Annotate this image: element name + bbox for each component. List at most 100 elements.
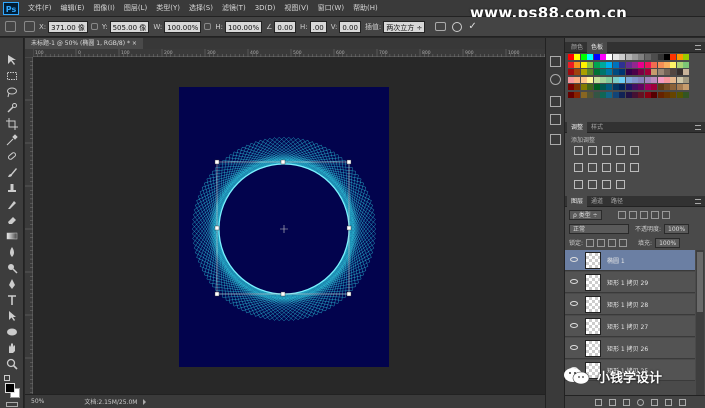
layer-row[interactable]: 椭圆 1 [565,250,695,271]
color-swatch[interactable] [676,61,683,68]
menu-window[interactable]: 窗口(W) [318,3,344,13]
color-swatch[interactable] [612,91,619,98]
color-swatch[interactable] [651,69,658,75]
color-swatch[interactable] [587,69,594,75]
color-swatch[interactable] [619,91,626,98]
filter-adjust-icon[interactable] [628,210,637,219]
color-swatch[interactable] [568,91,574,98]
layer-style-icon[interactable] [609,399,616,406]
photo-filter-icon[interactable] [616,163,625,172]
color-swatch[interactable] [638,76,645,83]
filter-shape-icon[interactable] [650,210,659,219]
color-swatch[interactable] [664,84,670,90]
link-icon[interactable] [90,23,98,30]
color-swatch[interactable] [632,61,638,68]
color-swatch[interactable] [619,76,626,83]
path-selection-tool-icon[interactable] [6,310,18,322]
threshold-icon[interactable] [602,180,611,189]
posterize-icon[interactable] [588,180,597,189]
color-swatch[interactable] [625,61,632,68]
color-swatch[interactable] [606,54,613,60]
color-swatch[interactable] [619,84,626,90]
color-swatch[interactable] [670,76,677,83]
color-swatch[interactable] [657,61,664,68]
blur-tool-icon[interactable] [6,246,18,258]
color-swatch[interactable] [619,61,626,68]
canvas-area[interactable] [33,57,545,394]
color-swatch[interactable] [644,54,651,60]
color-swatch[interactable] [683,61,690,68]
color-swatch[interactable] [574,76,581,83]
menu-3d[interactable]: 3D(D) [255,4,276,12]
zoom-level[interactable]: 50% [31,398,44,405]
color-swatch[interactable] [580,61,587,68]
color-swatch[interactable] [632,69,638,75]
vertical-ruler[interactable] [25,57,33,394]
color-swatch[interactable] [676,91,683,98]
color-swatch[interactable] [568,69,574,75]
color-swatch[interactable] [638,91,645,98]
tool-preset-icon[interactable] [5,21,16,32]
color-swatch[interactable] [625,84,632,90]
color-swatch[interactable] [651,84,658,90]
color-swatch[interactable] [587,61,594,68]
transform-handle[interactable] [280,291,286,297]
color-swatch[interactable] [638,54,645,60]
color-swatch[interactable] [657,69,664,75]
foreground-color-swatch[interactable] [5,383,15,393]
color-swatch[interactable] [683,69,690,75]
visibility-eye-icon[interactable] [570,323,578,328]
eyedropper-tool-icon[interactable] [6,134,18,146]
menu-image[interactable]: 图像(I) [93,3,115,13]
color-swatch[interactable] [638,84,645,90]
hue-saturation-icon[interactable] [574,163,583,172]
invert-icon[interactable] [574,180,583,189]
filter-pixel-icon[interactable] [617,210,626,219]
color-swatch[interactable] [593,69,600,75]
color-swatch[interactable] [638,69,645,75]
cancel-transform-icon[interactable] [452,21,463,32]
blend-mode-select[interactable]: 正常 [569,223,629,234]
tab-adjustments[interactable]: 调整 [567,122,588,133]
new-adjustment-icon[interactable] [637,399,644,406]
color-swatch[interactable] [632,84,638,90]
layer-row[interactable]: 矩形 1 拷贝 27 [565,316,695,337]
color-swatch[interactable] [600,91,606,98]
color-swatch[interactable] [683,54,690,60]
color-swatch[interactable] [644,84,651,90]
color-swatch[interactable] [644,69,651,75]
color-swatch[interactable] [651,91,658,98]
curves-icon[interactable] [602,146,611,155]
color-swatch[interactable] [587,76,594,83]
warp-icon[interactable] [435,22,447,31]
commit-transform-icon[interactable]: ✓ [468,21,476,32]
opacity-field[interactable]: 100% [664,223,690,234]
color-swatch[interactable] [606,76,613,83]
fill-field[interactable]: 100% [655,237,681,248]
color-swatch[interactable] [644,76,651,83]
new-group-icon[interactable] [651,399,658,406]
tab-paths[interactable]: 路径 [607,196,627,207]
color-swatch[interactable] [619,69,626,75]
color-swatch[interactable] [587,54,594,60]
width-field[interactable]: 100.00% [164,20,202,33]
color-swatch[interactable] [651,76,658,83]
ellipse-tool-icon[interactable] [6,326,18,338]
menu-layer[interactable]: 图层(L) [124,3,147,13]
gradient-map-icon[interactable] [616,180,625,189]
visibility-eye-icon[interactable] [570,301,578,306]
interpolation-select[interactable]: 两次立方 ÷ [383,20,426,33]
color-swatch[interactable] [593,61,600,68]
color-swatch[interactable] [580,84,587,90]
color-swatch[interactable] [600,76,606,83]
color-swatch[interactable] [606,91,613,98]
color-swatch[interactable] [683,84,690,90]
brightness-icon[interactable] [574,146,583,155]
eraser-tool-icon[interactable] [6,214,18,226]
layer-scrollbar[interactable] [696,250,704,395]
color-swatch[interactable] [580,54,587,60]
transform-handle[interactable] [346,225,352,231]
visibility-eye-icon[interactable] [570,279,578,284]
color-swatch[interactable] [619,54,626,60]
vibrance-icon[interactable] [630,146,639,155]
